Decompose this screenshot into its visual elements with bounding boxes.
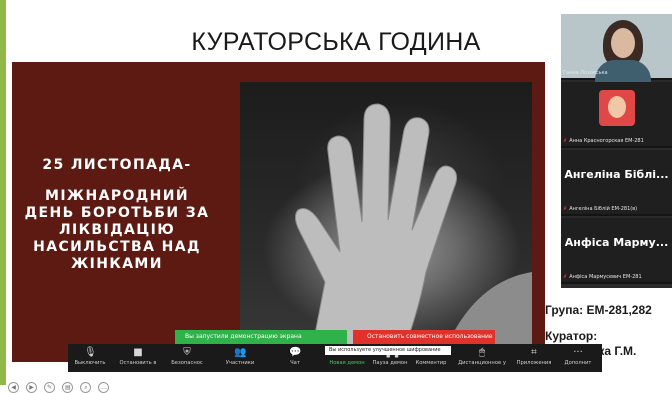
- remote-control-button[interactable]: 🖱 Дистанционное у: [454, 344, 510, 372]
- new-share-label: Новая демон: [329, 360, 365, 366]
- chat-icon: 💬: [289, 347, 302, 358]
- stop-share-label: Остановить совместное использование: [367, 333, 493, 340]
- participant-display-name: Ангеліна Біблі...: [564, 168, 669, 181]
- stop-video-label: Остановить в: [119, 360, 157, 366]
- presentation-slide: КУРАТОРСЬКА ГОДИНА 25 ЛИСТОПАДА- МІЖНАРО…: [0, 0, 559, 385]
- remote-control-icon: 🖱: [479, 347, 485, 358]
- next-slide-icon[interactable]: ▶: [26, 382, 38, 393]
- more-button[interactable]: ··· Дополнит: [558, 344, 598, 372]
- participant-name: Анна Красногорская ЕМ-281: [569, 138, 644, 144]
- participant-display-name: Анфіса Марму...: [564, 236, 669, 249]
- share-status-bar[interactable]: Вы запустили демонстрацию экрана: [175, 330, 347, 344]
- slide-event-line: МІЖНАРОДНИЙ ДЕНЬ БОРОТЬБИ ЗА ЛІКВІДАЦІЮ …: [24, 188, 210, 272]
- video-camera-icon: ■: [133, 347, 143, 358]
- share-status-text: Вы запустили демонстрацию экрана: [185, 333, 302, 340]
- more-options-icon[interactable]: …: [98, 382, 110, 393]
- participant-tile[interactable]: ✗ Анна Красногорская ЕМ-281: [561, 82, 672, 148]
- participant-name: Ганна Лозовська: [563, 70, 608, 76]
- previous-slide-icon[interactable]: ◀: [8, 382, 19, 393]
- slide-body: 25 ЛИСТОПАДА- МІЖНАРОДНИЙ ДЕНЬ БОРОТЬБИ …: [12, 62, 545, 362]
- participants-button[interactable]: 👥 Участники: [218, 344, 262, 372]
- apps-icon: ⌗: [531, 347, 537, 358]
- security-button[interactable]: ⛨ Безопаснос: [166, 344, 208, 372]
- screen-share-banner: Вы запустили демонстрацию экрана Останов…: [175, 330, 495, 344]
- raised-hand-photo: [240, 82, 532, 362]
- mic-muted-icon: ✗: [563, 138, 568, 144]
- pause-share-label: Пауза демон: [372, 360, 408, 366]
- apps-button[interactable]: ⌗ Приложения: [514, 344, 554, 372]
- stop-share-button[interactable]: Остановить совместное использование: [353, 330, 495, 344]
- more-icon: ···: [573, 347, 583, 358]
- participant-name: Ангеліна Біблій ЕМ-281(в): [569, 206, 638, 212]
- mute-button[interactable]: 🎙 Выключить: [70, 344, 110, 372]
- hand-illustration: [250, 103, 532, 362]
- participant-avatar: [599, 90, 635, 126]
- participants-icon: 👥: [234, 347, 247, 358]
- zoom-icon[interactable]: ⌕: [80, 382, 92, 393]
- mute-label: Выключить: [74, 360, 106, 366]
- slide-date-line: 25 ЛИСТОПАДА-: [42, 157, 192, 173]
- participants-label: Участники: [225, 360, 255, 366]
- curator-label: Куратор:: [545, 329, 598, 343]
- slide-main-text: 25 ЛИСТОПАДА- МІЖНАРОДНИЙ ДЕНЬ БОРОТЬБИ …: [22, 157, 212, 273]
- participant-name-row: ✗ Ангеліна Біблій ЕМ-281(в): [563, 206, 637, 212]
- mic-muted-icon: ✗: [563, 206, 568, 212]
- encryption-tooltip: Вы используете улучшенное шифрование: [325, 346, 451, 355]
- remote-control-label: Дистанционное у: [458, 360, 506, 366]
- microphone-icon: 🎙: [84, 347, 97, 358]
- stop-video-button[interactable]: ■ Остановить в: [114, 344, 162, 372]
- annotate-label: Комментир: [415, 360, 447, 366]
- shield-icon: ⛨: [183, 347, 191, 358]
- pen-icon[interactable]: ✎: [44, 382, 56, 393]
- participant-face: [611, 28, 635, 58]
- participant-panel: Ганна Лозовська ✗ Анна Красногорская ЕМ-2…: [561, 14, 672, 288]
- mic-muted-icon: ✗: [563, 274, 568, 280]
- group-label: Група: ЕМ-281,282: [545, 303, 652, 317]
- chat-button[interactable]: 💬 Чат: [280, 344, 310, 372]
- apps-label: Приложения: [516, 360, 552, 366]
- slides-icon[interactable]: ▤: [62, 382, 74, 393]
- slide-controls: ◀ ▶ ✎ ▤ ⌕ …: [8, 374, 111, 393]
- participant-tile[interactable]: Ангеліна Біблі... ✗ Ангеліна Біблій ЕМ-28…: [561, 150, 672, 216]
- more-label: Дополнит: [564, 360, 592, 366]
- slide-title: КУРАТОРСЬКА ГОДИНА: [191, 28, 481, 56]
- security-label: Безопаснос: [171, 360, 203, 366]
- chat-label: Чат: [290, 360, 300, 366]
- participant-name-row: ✗ Анфіса Мармусевич ЕМ-281: [563, 274, 642, 280]
- participant-name: Анфіса Мармусевич ЕМ-281: [569, 274, 642, 280]
- participant-name-row: ✗ Анна Красногорская ЕМ-281: [563, 138, 644, 144]
- participant-tile[interactable]: Ганна Лозовська: [561, 14, 672, 82]
- participant-tile[interactable]: Анфіса Марму... ✗ Анфіса Мармусевич ЕМ-28…: [561, 218, 672, 284]
